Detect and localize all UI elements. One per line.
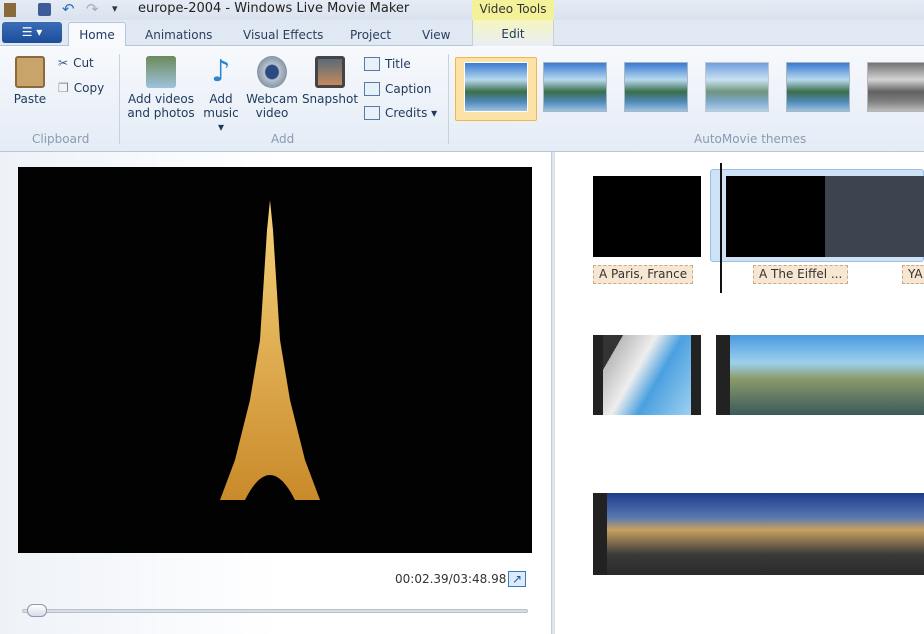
paste-label: Paste (13, 92, 47, 106)
caption-button[interactable]: Caption (364, 82, 431, 96)
theme-pan-zoom[interactable] (786, 62, 850, 112)
copy-icon: ❐ (58, 81, 69, 95)
tab-animations[interactable]: Animations (145, 28, 212, 42)
tab-view[interactable]: View (422, 28, 450, 42)
credits-label: Credits ▾ (385, 106, 438, 120)
credits-button[interactable]: Credits ▾ (364, 106, 437, 120)
undo-icon[interactable]: ↶ (62, 0, 75, 18)
snapshot-label: Snapshot (301, 92, 359, 106)
clip-title-black[interactable] (593, 176, 701, 257)
add-videos-label-2: and photos (127, 106, 195, 120)
snapshot-button[interactable]: Snapshot (301, 56, 359, 106)
add-group-label: Add (271, 132, 295, 146)
caption-label: Caption (385, 82, 432, 96)
webcam-label-1: Webcam (246, 92, 298, 106)
playback-time: 00:02.39/03:48.98 (395, 572, 507, 586)
cut-button[interactable]: ✂ Cut (58, 56, 94, 70)
add-music-label-2: music ▾ (203, 106, 239, 134)
app-icon (4, 3, 16, 17)
copy-button[interactable]: ❐ Copy (58, 81, 104, 95)
save-icon[interactable] (38, 3, 51, 16)
caption-paris-france[interactable]: A Paris, France (593, 265, 694, 284)
clip-boat-2[interactable] (716, 335, 924, 415)
separator (448, 54, 449, 144)
webcam-icon (257, 56, 287, 88)
clipboard-icon (15, 56, 45, 88)
separator (119, 54, 120, 144)
caption-icon (364, 82, 380, 96)
quick-access-dropdown-icon[interactable]: ▾ (112, 2, 118, 15)
title-icon (364, 57, 380, 71)
tab-row (0, 20, 924, 46)
add-music-label-1: Add (209, 92, 233, 106)
theme-cinematic[interactable] (624, 62, 688, 112)
snapshot-icon (315, 56, 345, 88)
clipboard-group-label: Clipboard (32, 132, 90, 146)
webcam-video-button[interactable]: Webcam video (246, 56, 298, 120)
clip-boat-1[interactable] (593, 335, 701, 415)
redo-icon[interactable]: ↷ (86, 0, 99, 18)
eiffel-tower-image (220, 200, 320, 500)
caption-next[interactable]: YA (902, 265, 924, 284)
add-videos-button[interactable]: Add videos and photos (126, 56, 196, 120)
title-label: Title (385, 57, 411, 71)
pane-divider[interactable] (551, 152, 555, 634)
seek-bar[interactable] (22, 609, 528, 613)
file-menu-button[interactable]: ☰ ▾ (2, 22, 62, 43)
fullscreen-icon[interactable]: ↗ (508, 571, 526, 587)
title-button[interactable]: Title (364, 57, 411, 71)
seek-thumb[interactable] (26, 604, 47, 617)
tab-edit[interactable]: Edit (472, 20, 554, 46)
tab-home[interactable]: Home (68, 22, 126, 47)
playhead[interactable] (720, 163, 722, 293)
window-title: europe-2004 - Windows Live Movie Maker (138, 1, 410, 16)
film-photo-icon (146, 56, 176, 88)
music-note-icon: ♪ (211, 54, 231, 89)
theme-black-white[interactable] (867, 62, 924, 112)
theme-default[interactable] (464, 62, 528, 112)
scissors-icon: ✂ (58, 56, 69, 70)
clip-sacre-coeur[interactable] (593, 493, 924, 575)
add-music-button[interactable]: ♪ Add music ▾ (199, 54, 243, 135)
cut-label: Cut (73, 56, 94, 70)
credits-icon (364, 106, 380, 120)
video-tools-label: Video Tools (472, 0, 554, 20)
theme-fade[interactable] (705, 62, 769, 112)
theme-contemporary[interactable] (543, 62, 607, 112)
add-videos-label-1: Add videos (127, 92, 195, 106)
webcam-label-2: video (255, 106, 289, 120)
clip-eiffel-tower[interactable] (726, 176, 924, 257)
tab-visual-effects[interactable]: Visual Effects (243, 28, 323, 42)
tab-project[interactable]: Project (350, 28, 391, 42)
paste-button[interactable]: Paste (12, 56, 48, 106)
automovie-themes-label: AutoMovie themes (694, 132, 807, 146)
caption-the-eiffel[interactable]: A The Eiffel ... (753, 265, 849, 284)
copy-label: Copy (73, 81, 105, 95)
